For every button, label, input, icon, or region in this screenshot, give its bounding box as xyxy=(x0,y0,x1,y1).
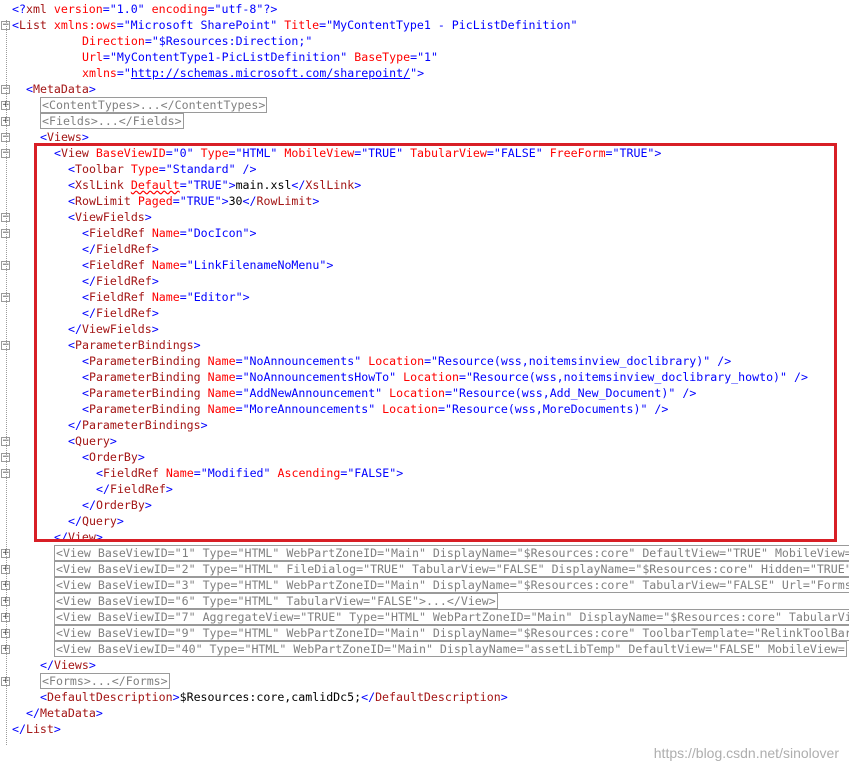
code-line[interactable]: <Toolbar Type="Standard" /> xyxy=(68,161,257,177)
code-line[interactable]: <RowLimit Paged="TRUE">30</RowLimit> xyxy=(68,193,319,209)
code-line[interactable]: xmlns="http://schemas.microsoft.com/shar… xyxy=(82,65,424,81)
code-line[interactable]: </FieldRef> xyxy=(96,481,173,497)
code-line[interactable]: <ParameterBinding Name="NoAnnouncements"… xyxy=(82,353,731,369)
code-line[interactable]: <ParameterBinding Name="MoreAnnouncement… xyxy=(82,401,668,417)
code-line[interactable]: <View BaseViewID="9" Type="HTML" WebPart… xyxy=(54,625,849,641)
code-line[interactable]: <FieldRef Name="Editor"> xyxy=(82,289,250,305)
code-line[interactable]: </List> xyxy=(12,721,61,737)
code-line[interactable]: <Query> xyxy=(68,433,117,449)
code-line[interactable]: </View> xyxy=(54,529,103,545)
code-line[interactable]: <FieldRef Name="Modified" Ascending="FAL… xyxy=(96,465,403,481)
code-line[interactable]: <?xml version="1.0" encoding="utf-8"?> xyxy=(12,1,277,17)
code-line[interactable]: </ViewFields> xyxy=(68,321,159,337)
code-line[interactable]: <View BaseViewID="1" Type="HTML" WebPart… xyxy=(54,545,849,561)
code-line[interactable]: <View BaseViewID="0" Type="HTML" MobileV… xyxy=(54,145,661,161)
code-line[interactable]: <MetaData> xyxy=(26,81,96,97)
code-line[interactable]: </FieldRef> xyxy=(82,241,159,257)
code-line[interactable]: </OrderBy> xyxy=(82,497,152,513)
code-line[interactable]: <View BaseViewID="6" Type="HTML" Tabular… xyxy=(54,593,498,609)
code-line[interactable]: <DefaultDescription>$Resources:core,caml… xyxy=(40,689,508,705)
code-line[interactable]: <ParameterBinding Name="AddNewAnnounceme… xyxy=(82,385,696,401)
code-line[interactable]: </ParameterBindings> xyxy=(68,417,208,433)
code-line[interactable]: <ParameterBinding Name="NoAnnouncementsH… xyxy=(82,369,808,385)
code-line[interactable]: <List xmlns:ows="Microsoft SharePoint" T… xyxy=(12,17,577,33)
code-line[interactable]: Direction="$Resources:Direction;" xyxy=(82,33,312,49)
code-line[interactable]: </Views> xyxy=(40,657,96,673)
code-line[interactable]: <OrderBy> xyxy=(82,449,145,465)
code-line[interactable]: <View BaseViewID="2" Type="HTML" FileDia… xyxy=(54,561,849,577)
code-line[interactable]: <Views> xyxy=(40,129,89,145)
code-line[interactable]: <ParameterBindings> xyxy=(68,337,201,353)
xml-editor[interactable]: − − + + − − − − − − − − − − + + + + + + + + <?xml version="1.… xyxy=(0,0,849,769)
code-line[interactable]: </Query> xyxy=(68,513,124,529)
code-line[interactable]: </FieldRef> xyxy=(82,273,159,289)
code-line[interactable]: </FieldRef> xyxy=(82,305,159,321)
code-line[interactable]: <View BaseViewID="7" AggregateView="TRUE… xyxy=(54,609,849,625)
code-line[interactable]: <Fields>...</Fields> xyxy=(40,113,184,129)
code-line[interactable]: <FieldRef Name="LinkFilenameNoMenu"> xyxy=(82,257,333,273)
fold-guide-line xyxy=(6,20,8,745)
code-line[interactable]: <Forms>...</Forms> xyxy=(40,673,170,689)
code-line[interactable]: <XslLink Default="TRUE">main.xsl</XslLin… xyxy=(68,177,361,193)
code-line[interactable]: <ViewFields> xyxy=(68,209,152,225)
code-line[interactable]: Url="MyContentType1-PicListDefinition" B… xyxy=(82,49,438,65)
code-line[interactable]: <View BaseViewID="40" Type="HTML" WebPar… xyxy=(54,641,847,657)
code-line[interactable]: <View BaseViewID="3" Type="HTML" WebPart… xyxy=(54,577,849,593)
code-line[interactable]: <ContentTypes>...</ContentTypes> xyxy=(40,97,268,113)
code-line[interactable]: </MetaData> xyxy=(26,705,103,721)
code-line[interactable]: <FieldRef Name="DocIcon"> xyxy=(82,225,257,241)
watermark: https://blog.csdn.net/sinolover xyxy=(653,745,839,761)
